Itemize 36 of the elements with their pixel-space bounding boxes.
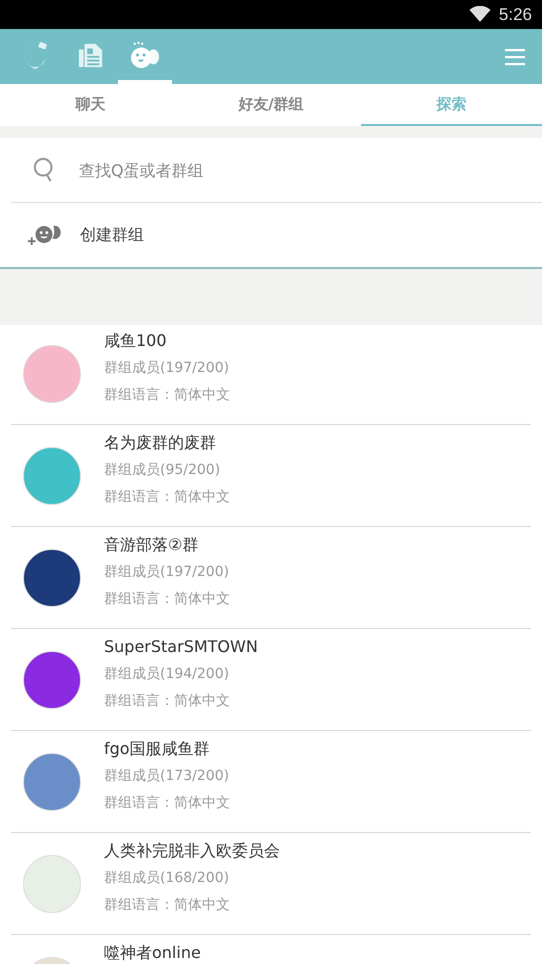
group-name: 咸鱼100 xyxy=(104,330,168,352)
add-group-icon xyxy=(27,224,61,246)
tab[interactable]: 好友/群组 xyxy=(180,84,362,126)
group-name: 音游部落②群 xyxy=(104,534,200,556)
group-list-item[interactable]: 音游部落②群 群组成员(197/200) 群组语言：简体中文 xyxy=(11,527,531,629)
document-icon xyxy=(78,42,104,68)
member-count: 群组成员(197/200) xyxy=(104,359,230,378)
group-list-item[interactable]: SuperStarSMTOWN 群组成员(194/200) 群组语言：简体中文 xyxy=(11,629,531,731)
clock-time: 5:26 xyxy=(498,4,532,24)
member-count: 群组成员(173/200) xyxy=(104,767,230,786)
create-group-link[interactable]: 创建群组 xyxy=(80,224,144,246)
group-language: 群组语言：简体中文 xyxy=(104,590,230,609)
member-count: 群组成员(197/200) xyxy=(104,563,230,582)
group-name: SuperStarSMTOWN xyxy=(104,636,258,658)
group-language: 群组语言：简体中文 xyxy=(104,896,231,915)
group-list-item[interactable]: 名为废群的废群 群组成员(95/200) 群组语言：简体中文 xyxy=(11,425,531,527)
group-list-item[interactable]: 咸鱼100 群组成员(197/200) 群组语言：简体中文 xyxy=(11,323,531,425)
member-count: 群组成员(168/200) xyxy=(104,869,230,888)
group-name: 人类补完脱非入欧委员会 xyxy=(104,840,280,862)
group-list-item[interactable]: 人类补完脱非入欧委员会 群组成员(168/200) 群组语言：简体中文 xyxy=(11,833,531,935)
member-count: 群组成员(194/200) xyxy=(104,665,230,684)
faces-icon xyxy=(130,40,160,68)
menu-icon xyxy=(505,48,525,66)
group-language: 群组语言：简体中文 xyxy=(104,386,230,405)
group-list-item[interactable]: 噬神者online xyxy=(11,935,531,964)
member-count: 群组成员(95/200) xyxy=(104,461,222,480)
group-name: fgo国服咸鱼群 xyxy=(104,738,211,760)
group-language: 群组语言：简体中文 xyxy=(104,692,231,711)
group-name: 名为废群的废群 xyxy=(104,432,217,454)
group-list-item[interactable]: fgo国服咸鱼群 群组成员(173/200) 群组语言：简体中文 xyxy=(11,731,531,833)
group-name: 噬神者online xyxy=(104,942,201,964)
group-language: 群组语言：简体中文 xyxy=(104,794,230,813)
tab[interactable]: 聊天 xyxy=(0,84,181,126)
group-language: 群组语言：简体中文 xyxy=(104,488,230,507)
wifi-icon xyxy=(468,6,491,23)
search-field[interactable]: 查找Q蛋或者群组 xyxy=(79,160,542,180)
